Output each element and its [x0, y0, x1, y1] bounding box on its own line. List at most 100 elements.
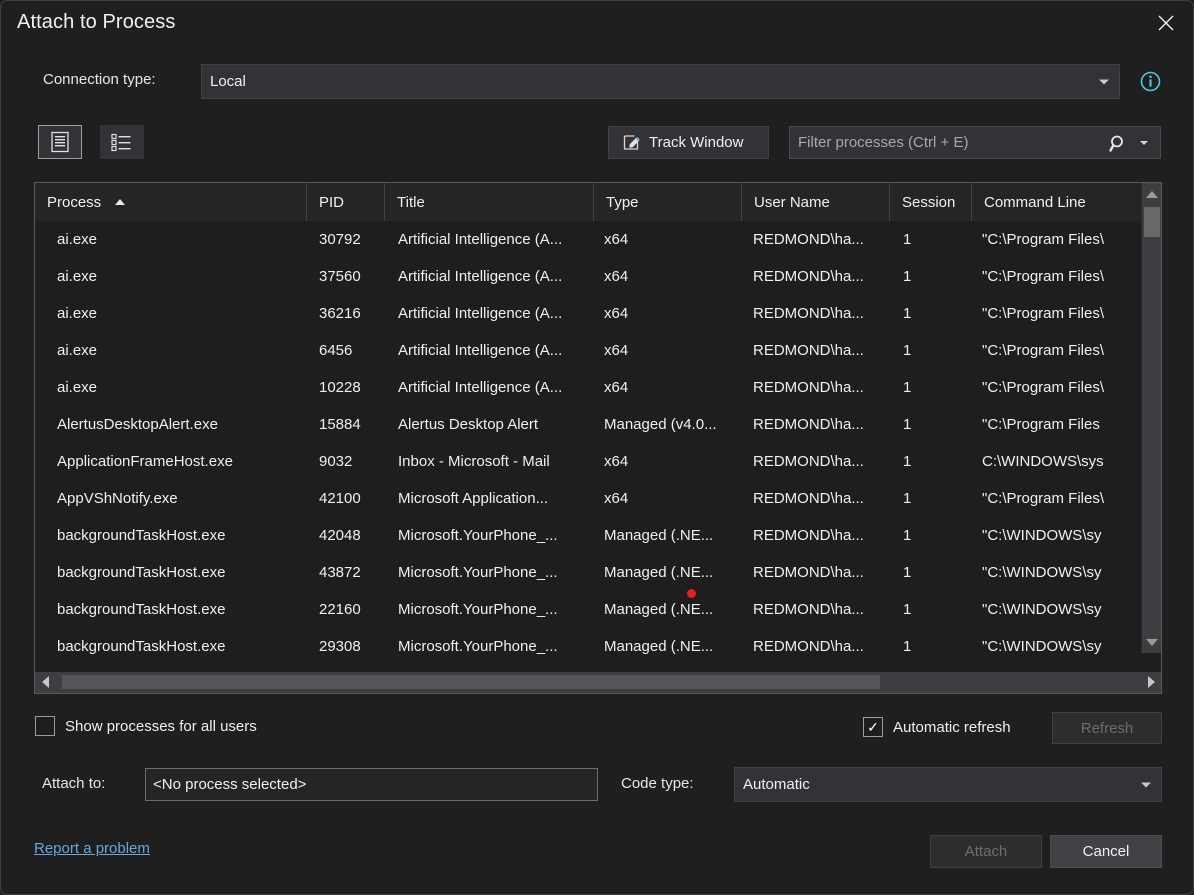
cell-title: Inbox - Microsoft - Mail — [398, 453, 550, 470]
cell-cmd: "C:\WINDOWS\sy — [982, 638, 1102, 655]
connection-type-value: Local — [210, 73, 246, 90]
cell-session: 1 — [903, 638, 912, 655]
attach-to-label: Attach to: — [42, 775, 106, 792]
cell-process: ai.exe — [57, 231, 98, 248]
column-header-process[interactable]: Process — [35, 183, 307, 221]
close-icon — [1158, 15, 1174, 31]
cell-cmd: "C:\WINDOWS\sy — [982, 527, 1102, 544]
scroll-up-button[interactable] — [1142, 185, 1162, 203]
grid-body: ai.exe 30792 Artificial Intelligence (A...… — [35, 221, 1161, 691]
track-window-button[interactable]: Track Window — [608, 126, 769, 159]
info-icon[interactable] — [1140, 71, 1161, 92]
cell-type: x64 — [604, 231, 629, 248]
table-row[interactable]: ai.exe 10228 Artificial Intelligence (A...… — [35, 369, 1161, 406]
cell-pid: 22160 — [319, 601, 361, 618]
report-a-problem-link[interactable]: Report a problem — [34, 840, 150, 857]
chevron-down-icon[interactable] — [1140, 141, 1148, 145]
cell-user: REDMOND\ha... — [753, 268, 864, 285]
cell-user: REDMOND\ha... — [753, 601, 864, 618]
cell-session: 1 — [903, 564, 912, 581]
cell-session: 1 — [903, 416, 912, 433]
cell-session: 1 — [903, 305, 912, 322]
chevron-down-icon — [1141, 782, 1151, 787]
cell-type: x64 — [604, 490, 629, 507]
scroll-left-icon — [41, 676, 49, 688]
table-row[interactable]: backgroundTaskHost.exe 43872 Microsoft.You… — [35, 554, 1161, 591]
cell-session: 1 — [903, 231, 912, 248]
scroll-down-button[interactable] — [1142, 633, 1162, 651]
column-header-user-name[interactable]: User Name — [742, 183, 890, 221]
cell-process: AlertusDesktopAlert.exe — [57, 416, 218, 433]
cell-cmd: "C:\WINDOWS\sy — [982, 601, 1102, 618]
cell-pid: 42048 — [319, 527, 361, 544]
code-type-combo[interactable]: Automatic — [734, 767, 1162, 802]
column-header-session[interactable]: Session — [890, 183, 972, 221]
filter-processes-input[interactable]: Filter processes (Ctrl + E) — [789, 126, 1161, 159]
cell-title: Artificial Intelligence (A... — [398, 231, 563, 248]
attach-to-value: <No process selected> — [153, 776, 307, 793]
column-header-type[interactable]: Type — [594, 183, 742, 221]
table-row[interactable]: ai.exe 30792 Artificial Intelligence (A...… — [35, 221, 1161, 258]
cell-type: Managed (v4.0... — [604, 416, 717, 433]
table-row[interactable]: AppVShNotify.exe 42100 Microsoft Applicati… — [35, 480, 1161, 517]
column-header-pid[interactable]: PID — [307, 183, 385, 221]
process-grid: Process PID Title Type User Name Session… — [34, 182, 1162, 692]
cell-user: REDMOND\ha... — [753, 490, 864, 507]
vertical-scrollbar[interactable] — [1141, 183, 1161, 653]
table-row[interactable]: ai.exe 6456 Artificial Intelligence (A... x… — [35, 332, 1161, 369]
scroll-left-button[interactable] — [36, 672, 54, 692]
cell-session: 1 — [903, 342, 912, 359]
column-header-title[interactable]: Title — [385, 183, 594, 221]
details-view-toggle[interactable] — [38, 125, 82, 159]
list-view-toggle[interactable] — [100, 125, 144, 159]
cell-user: REDMOND\ha... — [753, 564, 864, 581]
track-window-label: Track Window — [649, 134, 744, 151]
horizontal-scroll-thumb[interactable] — [62, 675, 880, 689]
horizontal-scrollbar[interactable] — [34, 672, 1162, 694]
scroll-right-button[interactable] — [1142, 672, 1160, 692]
cell-pid: 9032 — [319, 453, 353, 470]
cell-session: 1 — [903, 527, 912, 544]
cell-user: REDMOND\ha... — [753, 638, 864, 655]
cell-cmd: "C:\Program Files\ — [982, 490, 1105, 507]
refresh-button[interactable]: Refresh — [1052, 712, 1162, 744]
cell-process: AppVShNotify.exe — [57, 490, 178, 507]
cell-title: Artificial Intelligence (A... — [398, 305, 563, 322]
cell-title: Microsoft.YourPhone_... — [398, 601, 558, 618]
table-row[interactable]: backgroundTaskHost.exe 29308 Microsoft.You… — [35, 628, 1161, 665]
automatic-refresh-checkbox[interactable]: ✓ Automatic refresh — [863, 717, 1011, 737]
table-row[interactable]: ai.exe 36216 Artificial Intelligence (A...… — [35, 295, 1161, 332]
cell-type: Managed (.NE... — [604, 527, 714, 544]
cell-session: 1 — [903, 490, 912, 507]
cell-pid: 36216 — [319, 305, 361, 322]
search-icon[interactable] — [1109, 134, 1128, 153]
table-row[interactable]: backgroundTaskHost.exe 42048 Microsoft.You… — [35, 517, 1161, 554]
connection-type-combo[interactable]: Local — [201, 64, 1120, 99]
close-button[interactable] — [1143, 3, 1189, 43]
attach-button[interactable]: Attach — [930, 835, 1042, 868]
cancel-button[interactable]: Cancel — [1050, 835, 1162, 868]
cell-cmd: "C:\Program Files\ — [982, 268, 1105, 285]
cell-cmd: "C:\Program Files\ — [982, 231, 1105, 248]
show-all-users-checkbox[interactable]: Show processes for all users — [35, 716, 257, 736]
cell-cmd: C:\WINDOWS\sys — [982, 453, 1104, 470]
attach-to-field[interactable]: <No process selected> — [145, 768, 598, 801]
cell-pid: 42100 — [319, 490, 361, 507]
column-header-label: Session — [902, 193, 956, 211]
cell-user: REDMOND\ha... — [753, 416, 864, 433]
cell-title: Microsoft Application... — [398, 490, 549, 507]
column-header-label: Type — [606, 193, 639, 211]
table-row[interactable]: ai.exe 37560 Artificial Intelligence (A...… — [35, 258, 1161, 295]
checkbox-box: ✓ — [863, 717, 883, 737]
cell-pid: 30792 — [319, 231, 361, 248]
page-title: Attach to Process — [17, 11, 176, 33]
vertical-scroll-thumb[interactable] — [1144, 207, 1160, 237]
table-row[interactable]: backgroundTaskHost.exe 22160 Microsoft.You… — [35, 591, 1161, 628]
details-view-icon — [51, 131, 69, 153]
table-row[interactable]: AlertusDesktopAlert.exe 15884 Alertus Desk… — [35, 406, 1161, 443]
table-row[interactable]: ApplicationFrameHost.exe 9032 Inbox - Micr… — [35, 443, 1161, 480]
column-header-command-line[interactable]: Command Line — [972, 183, 1147, 221]
cell-user: REDMOND\ha... — [753, 342, 864, 359]
cell-title: Microsoft.YourPhone_... — [398, 638, 558, 655]
cell-session: 1 — [903, 601, 912, 618]
